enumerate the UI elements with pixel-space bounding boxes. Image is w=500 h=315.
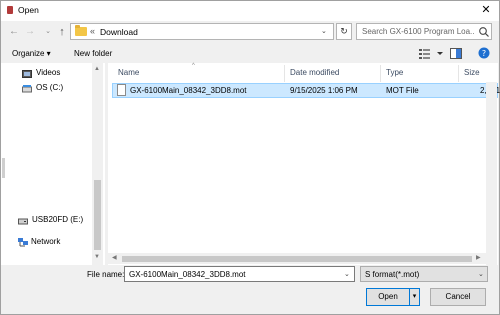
column-divider[interactable] <box>380 65 381 82</box>
search-input[interactable]: Search GX-6100 Program Loa... <box>356 23 492 40</box>
file-type-cell: MOT File <box>386 86 419 95</box>
nav-item-os-c[interactable]: OS (C:) <box>36 83 63 92</box>
back-button[interactable]: ← <box>8 26 20 38</box>
view-options-icon[interactable] <box>418 47 444 60</box>
drive-icon <box>22 85 32 93</box>
refresh-button[interactable]: ↻ <box>336 23 352 40</box>
preview-pane-icon[interactable] <box>450 47 462 60</box>
open-button[interactable]: Open <box>366 288 410 306</box>
app-icon <box>7 6 13 14</box>
file-icon <box>117 84 126 96</box>
file-type-filter-select[interactable]: S format(*.mot) ⌄ <box>360 266 488 282</box>
breadcrumb-overflow-icon[interactable]: « <box>90 26 95 36</box>
chevron-down-icon[interactable]: ⌄ <box>478 270 484 278</box>
folder-icon <box>75 25 87 36</box>
scroll-down-icon[interactable]: ▼ <box>94 254 100 260</box>
search-placeholder: Search GX-6100 Program Loa... <box>362 27 474 36</box>
scroll-up-icon[interactable]: ▲ <box>94 66 100 72</box>
network-icon <box>18 238 28 247</box>
usb-drive-icon <box>18 218 28 225</box>
file-name-input[interactable]: GX-6100Main_08342_3DD8.mot ⌄ <box>124 266 355 282</box>
column-header-date-modified[interactable]: Date modified <box>290 68 339 77</box>
column-header-size[interactable]: Size <box>464 68 480 77</box>
scroll-left-icon[interactable]: ◀ <box>112 254 117 261</box>
forward-button[interactable]: → <box>24 26 36 38</box>
file-name-label: File name: <box>87 270 125 279</box>
open-options-dropdown-button[interactable]: ▾ <box>410 288 420 306</box>
new-folder-button[interactable]: New folder <box>74 49 112 58</box>
nav-scrollbar-thumb[interactable] <box>94 180 101 250</box>
file-name-cell[interactable]: GX-6100Main_08342_3DD8.mot <box>130 86 247 95</box>
column-header-type[interactable]: Type <box>386 68 403 77</box>
column-divider[interactable] <box>458 65 459 82</box>
svg-text:?: ? <box>482 49 486 58</box>
chevron-down-icon[interactable]: ⌄ <box>344 270 350 278</box>
cancel-button[interactable]: Cancel <box>430 288 486 306</box>
file-type-filter-value: S format(*.mot) <box>365 270 420 279</box>
title-bar <box>1 1 499 21</box>
chevron-down-icon[interactable]: ⌄ <box>321 27 327 35</box>
file-list-vertical-scrollbar[interactable] <box>486 82 497 265</box>
address-bar[interactable]: « Download ⌄ <box>70 23 334 40</box>
up-folder-button[interactable]: ↑ <box>56 26 68 38</box>
nav-item-usb20fd-e[interactable]: USB20FD (E:) <box>32 215 83 224</box>
file-name-value: GX-6100Main_08342_3DD8.mot <box>129 270 246 279</box>
help-icon[interactable]: ? <box>478 47 490 59</box>
navigation-pane <box>1 63 105 265</box>
pane-resize-handle[interactable] <box>2 158 5 178</box>
nav-item-videos[interactable]: Videos <box>36 68 60 77</box>
search-icon <box>479 27 489 37</box>
nav-item-network[interactable]: Network <box>31 237 60 246</box>
column-divider[interactable] <box>284 65 285 82</box>
file-date-cell: 9/15/2025 1:06 PM <box>290 86 358 95</box>
close-button[interactable]: ✕ <box>478 3 494 17</box>
organize-button[interactable]: Organize ▾ <box>12 49 51 58</box>
window-title: Open <box>18 5 39 15</box>
videos-icon <box>22 70 32 78</box>
sort-caret-icon: ^ <box>192 63 195 69</box>
recent-locations-button[interactable]: ⌄ <box>42 26 54 38</box>
column-header-name[interactable]: Name <box>118 68 139 77</box>
breadcrumb-download[interactable]: Download <box>100 27 138 37</box>
scroll-right-icon[interactable]: ▶ <box>476 254 481 261</box>
horizontal-scrollbar-thumb[interactable] <box>122 256 472 262</box>
